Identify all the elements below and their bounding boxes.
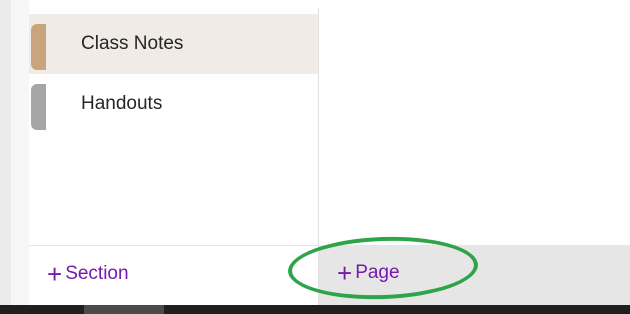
section-color-tab-icon	[31, 24, 46, 70]
top-strip	[0, 0, 630, 8]
left-gutter	[0, 0, 11, 305]
footer-sections: + Section	[29, 245, 318, 305]
section-label: Handouts	[81, 93, 163, 114]
add-section-label: Section	[65, 263, 129, 284]
add-section-button[interactable]: + Section	[47, 259, 129, 289]
plus-icon: +	[47, 259, 63, 289]
section-item-class-notes[interactable]: Class Notes	[29, 14, 318, 74]
section-label: Class Notes	[81, 33, 184, 54]
taskbar-thumb	[84, 305, 164, 314]
section-item-handouts[interactable]: Handouts	[29, 74, 318, 134]
pages-pane	[319, 8, 630, 245]
sections-pane: Class Notes Handouts	[29, 8, 318, 245]
left-gutter-edge	[11, 0, 29, 305]
section-color-tab-icon	[31, 84, 46, 130]
